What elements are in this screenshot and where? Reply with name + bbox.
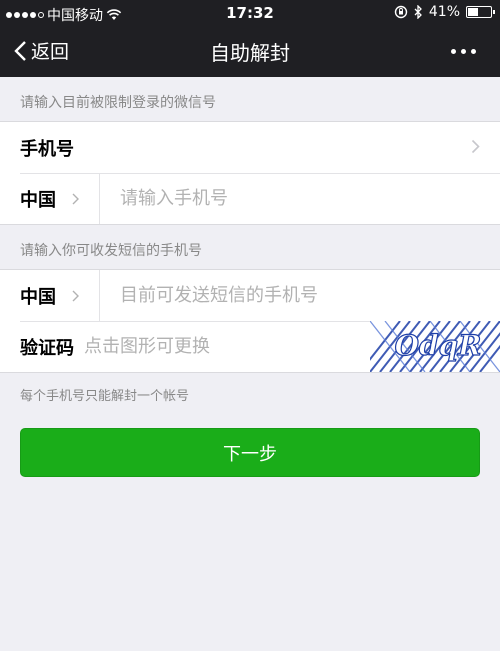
status-bar: 中国移动 17:32 41% xyxy=(0,0,500,26)
next-button[interactable]: 下一步 xyxy=(20,428,480,477)
sms-phone-row: 中国 xyxy=(0,270,500,321)
country-label: 中国 xyxy=(20,286,56,308)
section-hint-blocked-account: 请输入目前被限制登录的微信号 xyxy=(20,95,216,111)
captcha-image[interactable]: OdqR xyxy=(370,321,500,372)
captcha-input[interactable] xyxy=(74,321,324,372)
page-title: 自助解封 xyxy=(210,41,290,65)
account-type-label: 手机号 xyxy=(20,138,74,160)
status-right: 41% xyxy=(394,4,495,20)
chevron-right-icon xyxy=(471,139,480,154)
orientation-lock-icon xyxy=(394,5,408,19)
country-selector[interactable]: 中国 xyxy=(0,173,100,224)
battery-percent: 41% xyxy=(428,4,460,20)
captcha-pattern: OdqR xyxy=(370,321,500,372)
captcha-text: OdqR xyxy=(395,329,482,362)
account-type-row[interactable]: 手机号 xyxy=(0,122,500,173)
top-bar: 中国移动 17:32 41% 返回 自助解封 xyxy=(0,0,500,77)
sms-phone-input[interactable] xyxy=(100,270,500,321)
country-selector[interactable]: 中国 xyxy=(0,270,100,321)
blocked-phone-input[interactable] xyxy=(100,173,500,224)
country-label: 中国 xyxy=(20,189,56,211)
blocked-account-group: 手机号 中国 xyxy=(0,121,500,225)
captcha-row: 验证码 点击图形可更换 OdqR xyxy=(0,321,500,372)
nav-bar: 返回 自助解封 xyxy=(0,26,500,77)
chevron-right-icon xyxy=(72,290,79,301)
unblock-note: 每个手机号只能解封一个帐号 xyxy=(20,389,190,404)
bluetooth-icon xyxy=(414,5,422,19)
chevron-right-icon xyxy=(72,193,79,204)
captcha-label: 验证码 xyxy=(20,337,74,359)
sms-phone-group: 中国 验证码 xyxy=(0,269,500,373)
blocked-phone-row: 中国 xyxy=(0,173,500,224)
battery-icon xyxy=(466,6,495,18)
more-icon[interactable] xyxy=(451,49,476,54)
section-hint-sms-phone: 请输入你可收发短信的手机号 xyxy=(20,243,202,259)
next-button-label: 下一步 xyxy=(223,443,277,465)
